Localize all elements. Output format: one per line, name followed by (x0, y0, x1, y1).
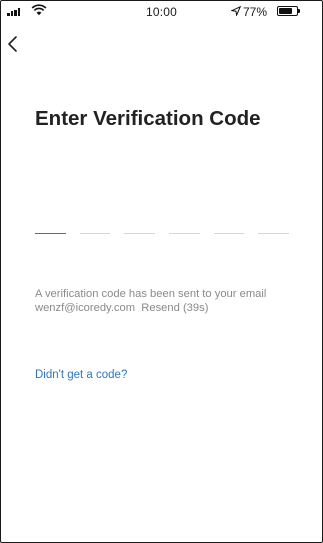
back-button[interactable] (5, 31, 31, 57)
battery-tip (298, 9, 300, 13)
page-title: Enter Verification Code (35, 107, 261, 130)
status-time: 10:00 (145, 5, 178, 19)
battery-icon (277, 6, 298, 16)
chevron-left-icon (8, 36, 17, 52)
resend-countdown[interactable]: Resend (39s) (141, 302, 208, 314)
battery-level-fill (279, 8, 293, 14)
location-arrow-icon (231, 6, 241, 16)
battery-percentage: 77% (243, 5, 268, 19)
phone-screen: 10:00 77% Enter Verification Code A veri… (0, 0, 323, 543)
status-bar: 10:00 77% (1, 1, 322, 23)
didnt-get-code-link[interactable]: Didn't get a code? (35, 369, 127, 381)
verification-info: A verification code has been sent to you… (35, 288, 291, 315)
